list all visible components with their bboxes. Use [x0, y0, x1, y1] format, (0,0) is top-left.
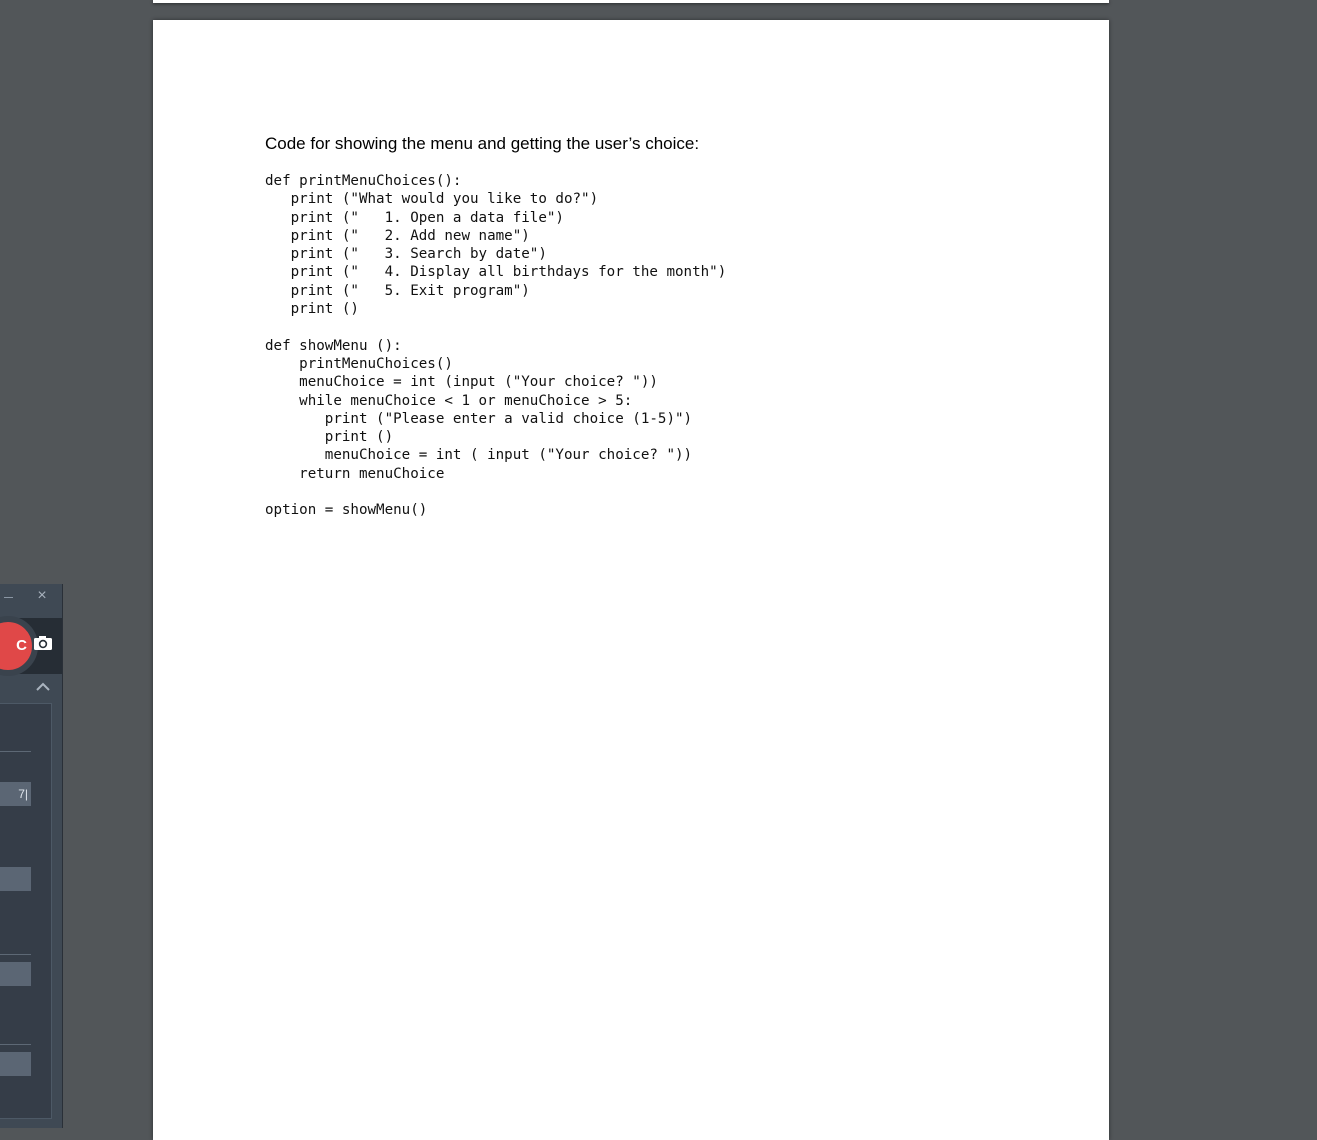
recorder-controls: C: [0, 616, 62, 676]
recorder-titlebar[interactable]: ×: [0, 584, 62, 610]
code-line: while menuChoice < 1 or menuChoice > 5:: [265, 392, 633, 409]
section-heading: Code for showing the menu and getting th…: [265, 134, 700, 153]
minimize-icon[interactable]: [4, 597, 13, 598]
chevron-up-icon[interactable]: [36, 682, 50, 692]
camera-icon[interactable]: [33, 635, 53, 651]
settings-field-1[interactable]: 7|: [0, 782, 31, 806]
code-line: print (" 2. Add new name"): [265, 227, 530, 244]
code-line: print (" 5. Exit program"): [265, 282, 530, 299]
recorder-settings-panel: 7|: [0, 703, 52, 1119]
code-line: menuChoice = int (input ("Your choice? "…: [265, 374, 658, 391]
code-line: option = showMenu(): [265, 502, 428, 519]
settings-field-3[interactable]: [0, 962, 31, 986]
divider: [0, 1044, 31, 1045]
divider: [0, 954, 31, 955]
code-line: printMenuChoices(): [265, 355, 453, 372]
previous-page: [153, 0, 1109, 3]
record-label: C: [16, 637, 27, 654]
code-line: print (" 4. Display all birthdays for th…: [265, 264, 727, 281]
code-line: def printMenuChoices():: [265, 173, 462, 189]
code-line: print (): [265, 301, 359, 318]
divider: [0, 751, 31, 752]
code-block: def printMenuChoices(): print ("What wou…: [265, 172, 726, 520]
code-line: print (" 3. Search by date"): [265, 246, 547, 263]
screen-recorder-widget: × C 7|: [0, 584, 63, 1128]
settings-field-2[interactable]: [0, 867, 31, 891]
code-line: print ("Please enter a valid choice (1-5…: [265, 410, 693, 427]
close-icon[interactable]: ×: [35, 588, 49, 604]
document-page: Code for showing the menu and getting th…: [153, 20, 1109, 1140]
code-line: print ("What would you like to do?"): [265, 191, 599, 208]
code-line: def showMenu ():: [265, 337, 402, 354]
code-line: return menuChoice: [265, 465, 445, 482]
code-line: print (): [265, 429, 394, 446]
code-line: menuChoice = int ( input ("Your choice? …: [265, 447, 693, 464]
code-line: print (" 1. Open a data file"): [265, 209, 564, 226]
settings-field-4[interactable]: [0, 1052, 31, 1076]
